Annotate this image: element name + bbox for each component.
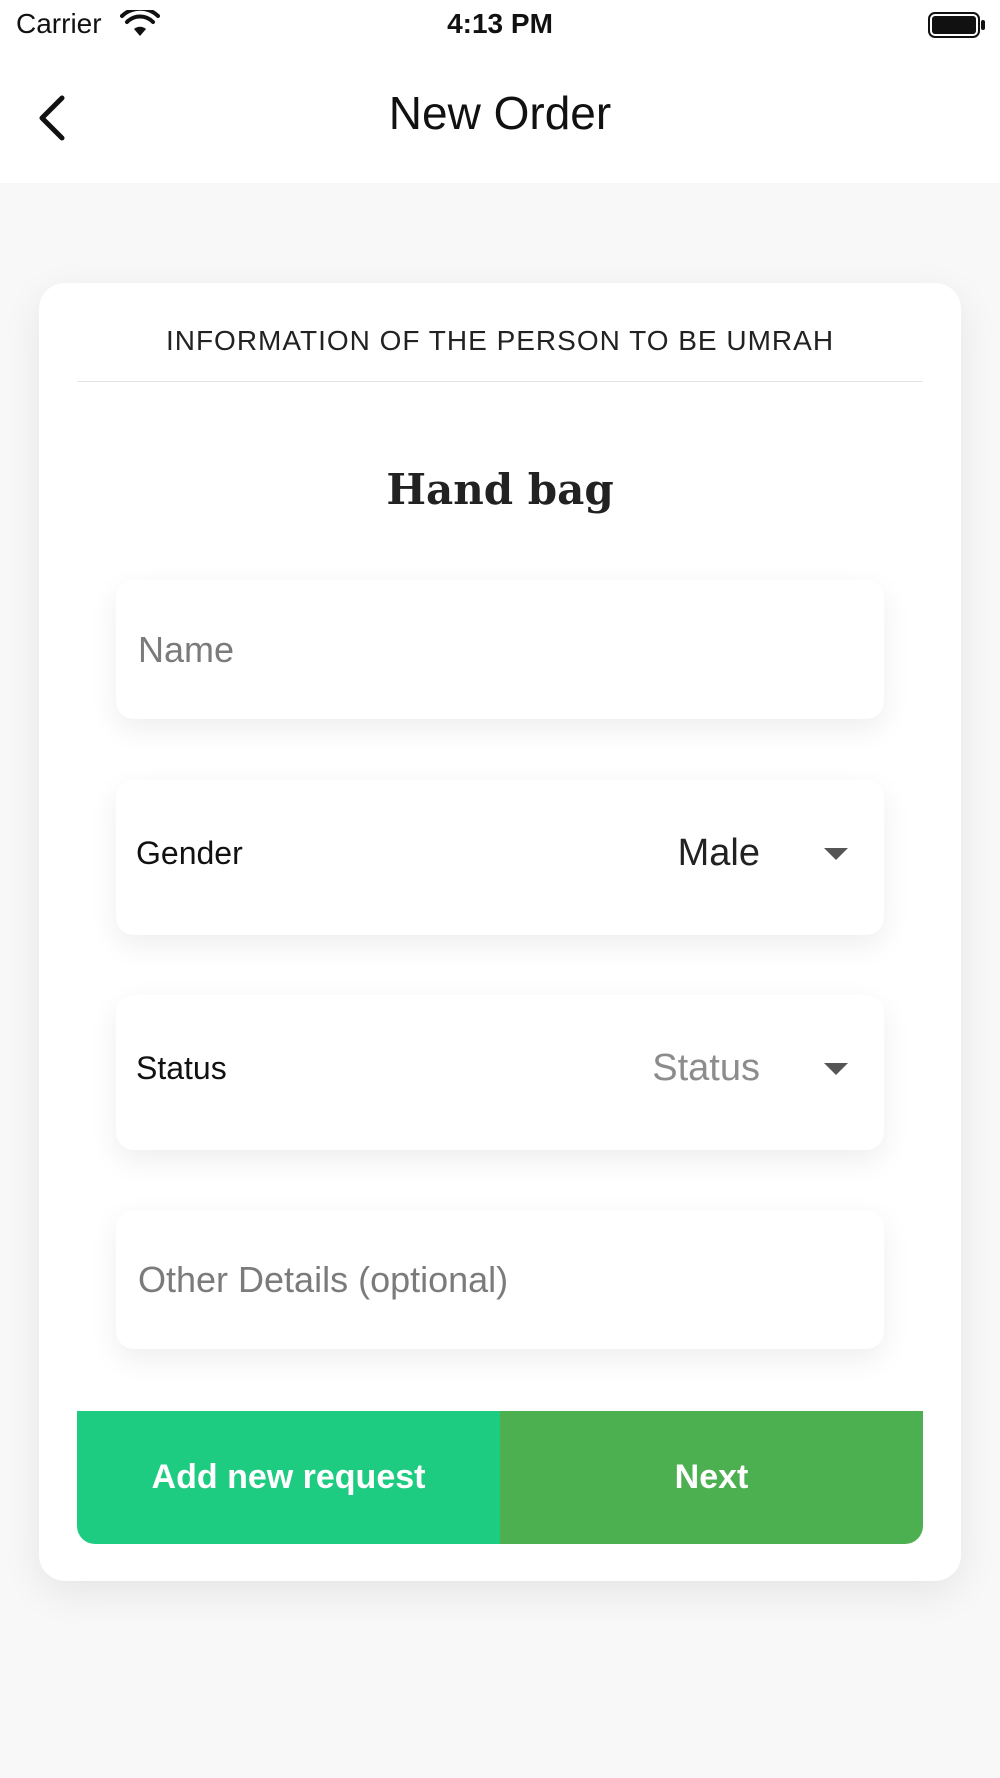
name-input[interactable] [116, 580, 884, 719]
section-title: INFORMATION OF THE PERSON TO BE UMRAH [165, 325, 835, 356]
dropdown-arrow-icon [824, 848, 848, 860]
status-bar: Carrier 4:13 PM [0, 0, 1000, 52]
battery-icon [928, 12, 985, 38]
details-field [116, 1210, 884, 1349]
other-details-input[interactable] [116, 1210, 884, 1349]
dropdown-arrow-icon [824, 1063, 848, 1075]
item-title: Hand bag [386, 465, 614, 514]
page-title: New Order [388, 87, 612, 139]
status-select[interactable]: Status Status [116, 995, 884, 1150]
gender-label: Gender [136, 835, 243, 871]
status-value: Status [652, 1047, 760, 1089]
status-label: Status [136, 1050, 227, 1086]
next-button[interactable]: Next [500, 1411, 923, 1544]
action-buttons: Add new request Next [77, 1411, 923, 1544]
clock-time: 4:13 PM [447, 8, 553, 39]
add-new-request-button[interactable]: Add new request [77, 1411, 500, 1544]
gender-value: Male [677, 832, 760, 874]
gender-select[interactable]: Gender Male [116, 780, 884, 935]
section-divider [77, 381, 923, 382]
navigation-bar: New Order [0, 52, 1000, 183]
order-form-card: INFORMATION OF THE PERSON TO BE UMRAH Ha… [39, 283, 961, 1581]
name-field [116, 580, 884, 719]
